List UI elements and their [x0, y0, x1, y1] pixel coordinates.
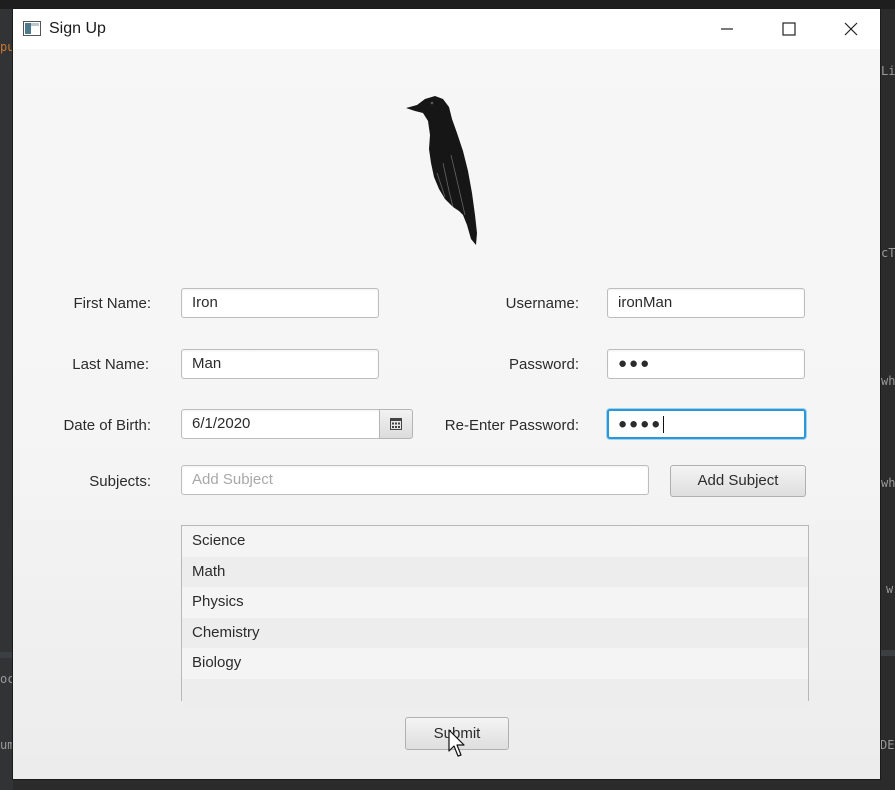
app-icon — [23, 21, 41, 36]
reenter-password-label: Re-Enter Password: — [444, 417, 579, 434]
ide-top-strip — [0, 0, 895, 9]
ide-code-fragment: w — [886, 582, 894, 596]
ide-code-fragment: Li — [881, 64, 895, 78]
raven-logo — [406, 96, 477, 245]
last-name-label: Last Name: — [72, 356, 149, 373]
minimize-button[interactable] — [696, 9, 758, 49]
username-value: ironMan — [618, 294, 673, 311]
date-of-birth-value: 6/1/2020 — [192, 415, 251, 432]
username-label: Username: — [505, 295, 579, 312]
calendar-icon — [390, 418, 402, 430]
date-of-birth-field[interactable]: 6/1/2020 — [181, 409, 381, 439]
last-name-field[interactable]: Man — [181, 349, 379, 379]
password-label: Password: — [508, 356, 579, 373]
date-of-birth-label: Date of Birth: — [63, 417, 151, 434]
maximize-icon — [782, 22, 796, 36]
last-name-value: Man — [192, 355, 222, 372]
ide-right-edge — [880, 9, 895, 790]
first-name-value: Iron — [192, 294, 218, 311]
mouse-cursor-icon — [448, 729, 465, 757]
close-button[interactable] — [820, 9, 880, 49]
title-bar[interactable]: Sign Up — [13, 9, 880, 49]
subject-list[interactable]: Science Math Physics Chemistry Biology — [181, 525, 809, 709]
text-caret — [663, 416, 665, 433]
reenter-password-masked-value: ●●●● — [618, 415, 663, 433]
window-title: Sign Up — [49, 20, 106, 37]
first-name-label: First Name: — [73, 295, 151, 312]
subject-input[interactable]: Add Subject — [181, 465, 649, 495]
list-item-empty — [182, 678, 808, 709]
subjects-label: Subjects: — [89, 473, 151, 490]
list-item[interactable]: Physics — [182, 587, 808, 618]
first-name-field[interactable]: Iron — [181, 288, 379, 318]
list-item[interactable]: Biology — [182, 648, 808, 679]
ide-divider — [880, 650, 895, 656]
list-item[interactable]: Science — [182, 526, 808, 557]
password-masked-value: ●●● — [618, 355, 652, 372]
sign-up-window: Sign Up First Name: Iron Last Name: Man … — [13, 9, 880, 779]
close-icon — [844, 22, 858, 36]
add-subject-button[interactable]: Add Subject — [670, 465, 806, 497]
ide-code-fragment: cT — [881, 246, 895, 260]
list-item[interactable]: Math — [182, 556, 808, 587]
list-item[interactable]: Chemistry — [182, 617, 808, 648]
password-field[interactable]: ●●● — [607, 349, 805, 379]
ide-code-fragment: DE — [880, 738, 895, 752]
ide-code-fragment: wh — [881, 476, 895, 490]
date-picker-button[interactable] — [379, 409, 413, 439]
ide-code-fragment: wh — [881, 374, 895, 388]
username-field[interactable]: ironMan — [607, 288, 805, 318]
reenter-password-field[interactable]: ●●●● — [607, 409, 806, 439]
ide-divider — [0, 652, 13, 658]
subject-input-placeholder: Add Subject — [192, 471, 273, 488]
maximize-button[interactable] — [758, 9, 820, 49]
minimize-icon — [721, 28, 733, 30]
